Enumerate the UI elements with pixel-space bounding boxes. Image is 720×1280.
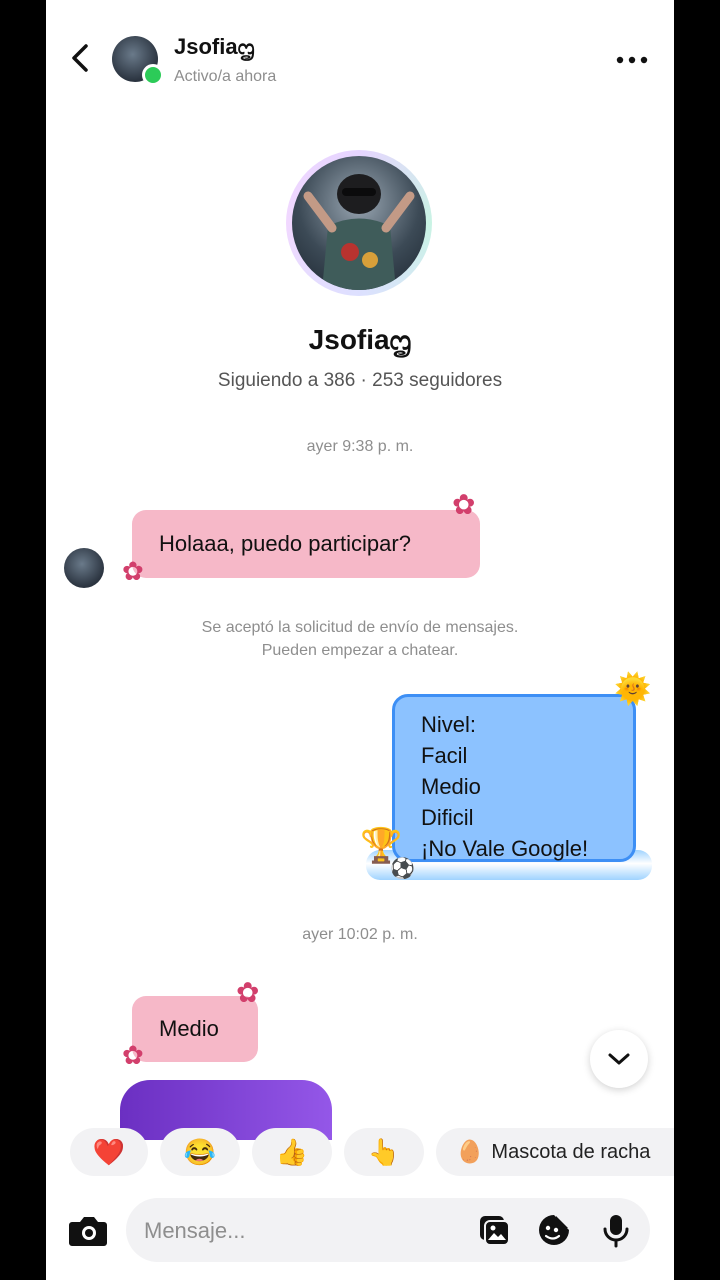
gallery-icon (480, 1216, 510, 1246)
message-text: Holaaa, puedo participar? (159, 531, 411, 556)
pet-label: Mascota de racha (491, 1140, 651, 1163)
message-line: Dificil (421, 805, 474, 830)
system-note-line: Pueden empezar a chatear. (261, 642, 459, 659)
message-line: ¡No Vale Google! (421, 836, 589, 861)
gallery-button[interactable] (476, 1212, 512, 1248)
camera-button[interactable] (66, 1210, 110, 1250)
profile-avatar[interactable] (292, 156, 426, 290)
microphone-icon (603, 1215, 629, 1248)
thumbs-up-icon: 👍 (275, 1136, 309, 1167)
sticker-icon (539, 1215, 569, 1245)
system-note: Se aceptó la solicitud de envío de mensa… (46, 616, 674, 662)
more-horizontal-icon (616, 56, 648, 64)
laughing-emoji-icon: 😂 (183, 1136, 217, 1167)
quick-reply-laugh[interactable]: 😂 (160, 1128, 240, 1176)
heart-icon: ❤️ (92, 1136, 126, 1167)
quick-reply-pet[interactable]: 🥚 Mascota de racha (436, 1128, 674, 1176)
flower-sticker: ✿ (236, 977, 260, 1008)
microphone-button[interactable] (598, 1212, 634, 1248)
pointing-hand-icon: 👆 (367, 1136, 401, 1167)
back-button[interactable] (66, 40, 94, 76)
quick-reply-thumbs-up[interactable]: 👍 (252, 1128, 332, 1176)
profile-stats: Siguiendo a 386 · 253 seguidores (217, 370, 503, 391)
dm-screen: Jsofiaᦗ Activo/a ahora Jsofiaᦗ Siguiendo… (46, 0, 674, 1280)
sun-sticker: 🌞 (614, 673, 652, 706)
chevron-left-icon (72, 44, 88, 72)
message-text: Medio (159, 1016, 219, 1041)
message-line: Nivel: (421, 712, 477, 737)
message-line: Facil (421, 743, 468, 768)
flower-sticker: ✿ (122, 556, 144, 586)
chevron-down-icon (608, 1053, 630, 1065)
profile-name: Jsofiaᦗ (308, 324, 412, 355)
sender-avatar (64, 548, 104, 588)
egg-icon: 🥚 (456, 1139, 484, 1164)
quick-reply-bar: ❤️ 😂 👍 👆 🥚 Mascota de racha (46, 1128, 674, 1178)
flower-sticker: ✿ (122, 1040, 144, 1070)
incoming-message[interactable]: Holaaa, puedo participar? (132, 510, 480, 578)
message-line: Medio (421, 774, 481, 799)
sticker-button[interactable] (536, 1212, 572, 1248)
quick-reply-heart[interactable]: ❤️ (70, 1128, 148, 1176)
ball-sticker: ⚽ (390, 858, 415, 880)
more-button[interactable] (612, 50, 652, 70)
header-status: Activo/a ahora (174, 68, 277, 85)
message-input[interactable]: Mensaje... (144, 1218, 246, 1244)
outgoing-message[interactable]: Nivel: Facil Medio Dificil ¡No Vale Goog… (392, 694, 636, 862)
system-note-line: Se aceptó la solicitud de envío de mensa… (201, 619, 519, 636)
online-indicator (142, 64, 164, 86)
camera-icon (69, 1217, 107, 1246)
timestamp: ayer 9:38 p. m. (306, 438, 414, 455)
flower-sticker: ✿ (452, 489, 476, 520)
timestamp: ayer 10:02 p. m. (302, 926, 418, 943)
header-title[interactable]: Jsofiaᦗ (174, 34, 255, 61)
quick-reply-point[interactable]: 👆 (344, 1128, 424, 1176)
scroll-down-button[interactable] (590, 1030, 648, 1088)
